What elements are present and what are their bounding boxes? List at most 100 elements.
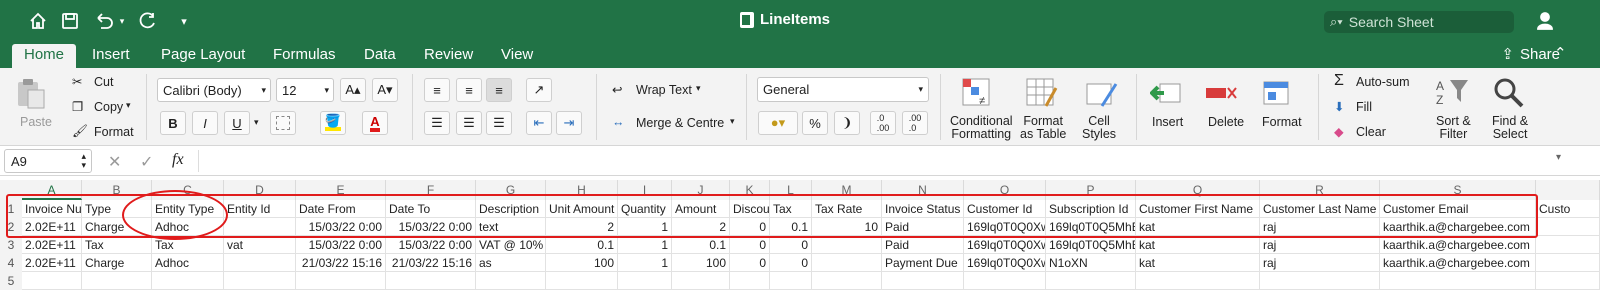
cell[interactable]: raj: [1260, 236, 1380, 254]
cell[interactable]: [1536, 218, 1600, 236]
cell[interactable]: [82, 272, 152, 290]
cut-icon[interactable]: ✂: [72, 74, 82, 89]
cell[interactable]: [812, 272, 882, 290]
cell[interactable]: 0: [770, 254, 812, 272]
cell[interactable]: 2.02E+11: [22, 236, 82, 254]
font-size-select[interactable]: 12 ▾: [276, 78, 334, 102]
cell[interactable]: [730, 272, 770, 290]
copy-dropdown-icon[interactable]: ▾: [126, 100, 131, 111]
decrease-indent-button[interactable]: ⇤: [526, 111, 552, 135]
cell[interactable]: [1260, 272, 1380, 290]
sort-filter-button[interactable]: Sort & Filter: [1436, 115, 1471, 141]
cell[interactable]: 0.1: [672, 236, 730, 254]
cell[interactable]: [964, 272, 1046, 290]
fill-color-button[interactable]: 🪣: [320, 111, 346, 135]
decrease-decimal-button[interactable]: .00.0: [902, 111, 928, 135]
cell[interactable]: 21/03/22 15:16: [296, 254, 386, 272]
fill-icon[interactable]: ⬇: [1334, 99, 1344, 114]
format-painter-button[interactable]: Format: [94, 125, 134, 139]
italic-button[interactable]: I: [192, 111, 218, 135]
delete-cells-button[interactable]: Delete: [1208, 115, 1244, 129]
paste-icon[interactable]: [14, 76, 48, 110]
cell[interactable]: vat: [224, 236, 296, 254]
tab-data[interactable]: Data: [364, 46, 396, 63]
cell[interactable]: 100: [546, 254, 618, 272]
cancel-icon[interactable]: ✕: [108, 152, 121, 172]
tab-insert[interactable]: Insert: [92, 46, 130, 63]
cell-styles-icon[interactable]: [1084, 76, 1118, 110]
save-icon[interactable]: [58, 9, 82, 33]
format-cells-button[interactable]: Format: [1262, 115, 1302, 129]
cell[interactable]: [386, 272, 476, 290]
cell[interactable]: [770, 272, 812, 290]
find-select-button[interactable]: Find & Select: [1492, 115, 1528, 141]
cell[interactable]: kaarthik.a@chargebee.com: [1380, 236, 1536, 254]
insert-function-icon[interactable]: fx: [172, 151, 184, 169]
underline-dropdown-icon[interactable]: ▾: [254, 117, 259, 128]
cell[interactable]: 1: [618, 254, 672, 272]
cell[interactable]: Charge: [82, 254, 152, 272]
tab-review[interactable]: Review: [424, 46, 473, 63]
cell[interactable]: as: [476, 254, 546, 272]
user-icon[interactable]: [1534, 9, 1558, 33]
cell[interactable]: [1536, 236, 1600, 254]
expand-formula-bar-icon[interactable]: ▾: [1556, 152, 1561, 163]
cell[interactable]: 169lq0T0Q0Xw: [964, 254, 1046, 272]
tab-view[interactable]: View: [501, 46, 533, 63]
cell[interactable]: Tax: [82, 236, 152, 254]
increase-decimal-button[interactable]: .0.00: [870, 111, 896, 135]
cell[interactable]: 0: [770, 236, 812, 254]
cell[interactable]: raj: [1260, 254, 1380, 272]
cell[interactable]: kat: [1136, 236, 1260, 254]
orientation-button[interactable]: ↗: [526, 78, 552, 102]
redo-icon[interactable]: [136, 9, 160, 33]
cell[interactable]: 0: [730, 254, 770, 272]
autosum-button[interactable]: Auto-sum: [1356, 75, 1410, 89]
tab-formulas[interactable]: Formulas: [273, 46, 336, 63]
cell[interactable]: 15/03/22 0:00: [386, 236, 476, 254]
cell[interactable]: [22, 272, 82, 290]
formula-input[interactable]: [198, 150, 1550, 172]
share-button[interactable]: ⇪ Share: [1501, 45, 1560, 64]
cell[interactable]: 169lq0T0Q0Xw: [964, 236, 1046, 254]
align-left-button[interactable]: ☰: [424, 111, 450, 135]
accounting-format-button[interactable]: ●▾: [758, 111, 798, 135]
cell[interactable]: [224, 272, 296, 290]
undo-icon[interactable]: [92, 9, 116, 33]
cell-styles-button[interactable]: Cell Styles: [1082, 115, 1116, 141]
conditional-formatting-icon[interactable]: ≠: [960, 76, 994, 110]
borders-button[interactable]: [270, 111, 296, 135]
insert-cells-icon[interactable]: [1149, 76, 1184, 110]
cell[interactable]: 100: [672, 254, 730, 272]
row-header[interactable]: 3: [0, 236, 22, 254]
wrap-text-button[interactable]: Wrap Text: [636, 83, 692, 97]
cell[interactable]: [476, 272, 546, 290]
search-sheet-input[interactable]: ⌕▾ Search Sheet: [1324, 11, 1514, 33]
merge-centre-button[interactable]: Merge & Centre: [636, 116, 724, 130]
decrease-font-size-button[interactable]: A▾: [372, 78, 398, 102]
format-as-table-icon[interactable]: [1024, 76, 1058, 110]
fill-button[interactable]: Fill: [1356, 100, 1372, 114]
delete-cells-icon[interactable]: [1204, 76, 1238, 110]
cell[interactable]: N1oXN: [1046, 254, 1136, 272]
cell[interactable]: 21/03/22 15:16: [386, 254, 476, 272]
cell[interactable]: 15/03/22 0:00: [296, 236, 386, 254]
cell[interactable]: kaarthik.a@chargebee.com: [1380, 254, 1536, 272]
column-header[interactable]: [1536, 180, 1600, 200]
bold-button[interactable]: B: [160, 111, 186, 135]
cell[interactable]: 0.1: [546, 236, 618, 254]
font-color-button[interactable]: A: [362, 111, 388, 135]
clear-button[interactable]: Clear: [1356, 125, 1386, 139]
customize-toolbar-icon[interactable]: ▾: [172, 9, 196, 33]
cut-button[interactable]: Cut: [94, 75, 113, 89]
copy-button[interactable]: Copy: [94, 100, 123, 114]
cell[interactable]: 2.02E+11: [22, 254, 82, 272]
chevron-down-icon[interactable]: ▾: [696, 83, 701, 94]
home-icon[interactable]: [26, 9, 50, 33]
enter-icon[interactable]: ✓: [140, 152, 153, 172]
align-center-button[interactable]: ☰: [456, 111, 482, 135]
underline-button[interactable]: U: [224, 111, 250, 135]
row-header[interactable]: 4: [0, 254, 22, 272]
cell[interactable]: Adhoc: [152, 254, 224, 272]
cell[interactable]: [1380, 272, 1536, 290]
